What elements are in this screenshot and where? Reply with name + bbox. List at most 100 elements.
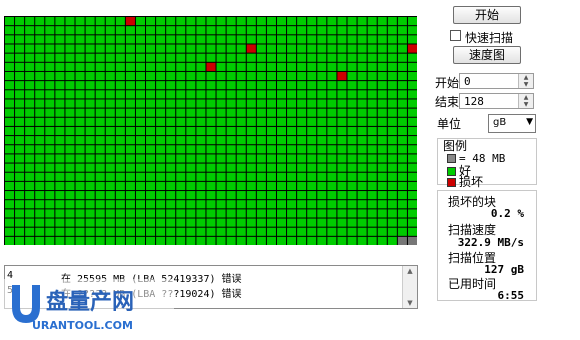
good-block <box>25 227 35 236</box>
good-block <box>146 154 156 163</box>
good-block <box>407 200 417 209</box>
good-block <box>196 62 206 71</box>
good-block <box>387 26 397 35</box>
good-block <box>166 99 176 108</box>
log-scrollbar[interactable]: ▲ ▼ <box>402 266 417 308</box>
good-block <box>276 200 287 209</box>
good-block <box>156 26 166 35</box>
good-block <box>176 218 186 227</box>
good-block <box>186 145 196 154</box>
unit-select[interactable]: gB ▼ <box>488 114 536 133</box>
good-block <box>35 62 45 71</box>
good-block <box>105 200 115 209</box>
elapsed-time-value: 6:55 <box>497 289 525 302</box>
good-block <box>75 17 85 26</box>
good-block <box>95 53 105 62</box>
scroll-up-icon[interactable]: ▲ <box>403 266 417 276</box>
spinner-up-icon[interactable]: ▲ <box>519 94 533 101</box>
good-block <box>5 191 15 200</box>
good-block <box>357 136 367 145</box>
good-block <box>125 209 135 218</box>
good-block <box>367 218 377 227</box>
good-block <box>317 108 327 117</box>
good-block <box>186 17 196 26</box>
checkbox-box[interactable] <box>450 30 461 41</box>
good-block <box>95 17 105 26</box>
good-block <box>216 90 226 99</box>
spinner-arrows[interactable]: ▲ ▼ <box>518 74 533 88</box>
good-block <box>196 35 206 44</box>
good-block <box>367 163 377 172</box>
good-block <box>407 163 417 172</box>
good-block <box>135 136 146 145</box>
good-block <box>25 26 35 35</box>
chevron-down-icon[interactable]: ▼ <box>526 117 533 127</box>
good-block <box>5 154 15 163</box>
good-block <box>357 26 367 35</box>
good-block <box>65 200 75 209</box>
good-block <box>55 117 65 126</box>
spinner-up-icon[interactable]: ▲ <box>519 74 533 81</box>
good-block <box>95 227 105 236</box>
good-block <box>55 71 65 81</box>
start-button[interactable]: 开始 <box>453 6 521 24</box>
good-block <box>387 209 397 218</box>
good-block <box>327 117 337 126</box>
good-block <box>45 200 55 209</box>
spinner-down-icon[interactable]: ▼ <box>519 101 533 108</box>
good-block <box>146 35 156 44</box>
good-block <box>25 108 35 117</box>
good-block <box>367 136 377 145</box>
good-block <box>15 154 25 163</box>
good-block <box>276 62 287 71</box>
good-block <box>287 136 297 145</box>
good-block <box>65 117 75 126</box>
good-block <box>357 236 367 245</box>
good-block <box>65 81 75 90</box>
good-block <box>236 209 246 218</box>
good-block <box>226 145 236 154</box>
scroll-down-icon[interactable]: ▼ <box>403 298 417 308</box>
good-block <box>146 81 156 90</box>
good-block <box>266 145 276 154</box>
good-block <box>246 108 256 117</box>
spinner-down-icon[interactable]: ▼ <box>519 81 533 88</box>
good-block <box>317 71 327 81</box>
good-block <box>85 44 95 53</box>
good-block <box>397 71 407 81</box>
good-block <box>5 35 15 44</box>
bad-block <box>206 62 216 71</box>
start-position-input[interactable]: 0 ▲ ▼ <box>459 73 534 89</box>
good-block <box>397 35 407 44</box>
good-block <box>327 191 337 200</box>
good-block <box>216 44 226 53</box>
good-block <box>5 90 15 99</box>
good-block <box>55 209 65 218</box>
good-block <box>297 200 307 209</box>
good-block <box>216 136 226 145</box>
good-block <box>387 136 397 145</box>
good-block <box>135 117 146 126</box>
good-block <box>317 191 327 200</box>
good-block <box>377 209 387 218</box>
good-block <box>105 26 115 35</box>
good-block <box>35 35 45 44</box>
good-block <box>15 17 25 26</box>
good-block <box>105 90 115 99</box>
good-block <box>327 209 337 218</box>
good-block <box>276 236 287 245</box>
good-block <box>347 154 357 163</box>
good-block <box>135 209 146 218</box>
good-block <box>75 236 85 245</box>
end-position-input[interactable]: 128 ▲ ▼ <box>459 93 534 109</box>
good-block <box>246 62 256 71</box>
good-block <box>135 35 146 44</box>
speed-map-button[interactable]: 速度图 <box>453 46 521 64</box>
good-block <box>276 191 287 200</box>
good-block <box>115 200 125 209</box>
spinner-arrows[interactable]: ▲ ▼ <box>518 94 533 108</box>
good-block <box>186 108 196 117</box>
good-block <box>135 26 146 35</box>
good-block <box>307 117 317 126</box>
good-block <box>327 35 337 44</box>
